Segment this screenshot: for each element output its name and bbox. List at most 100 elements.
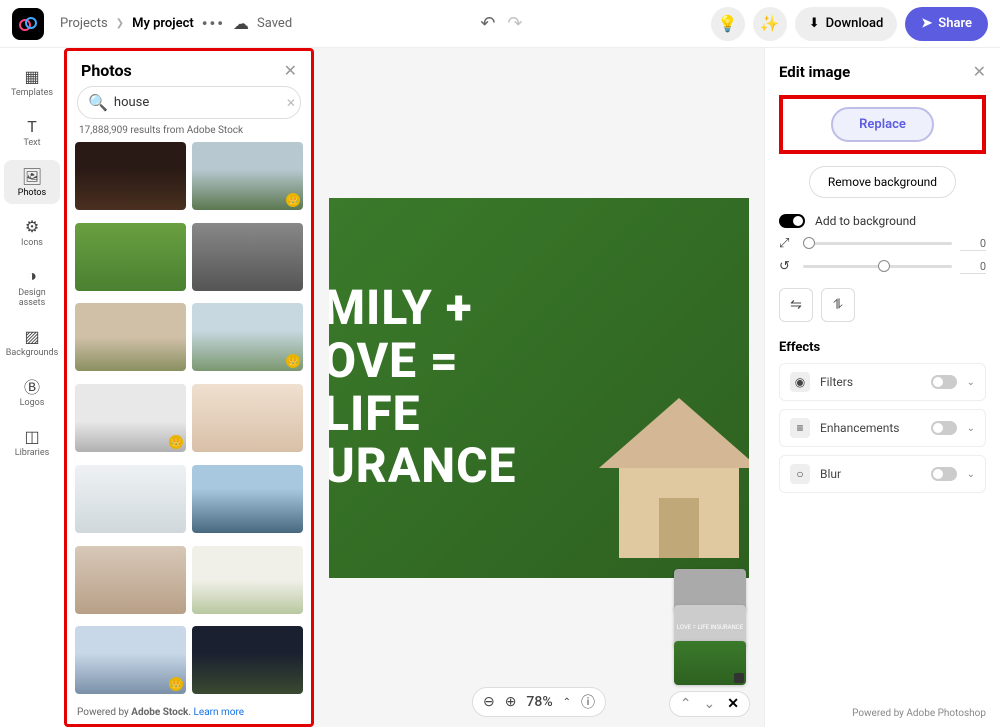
layer-up-button[interactable]: ⌃ xyxy=(680,696,692,712)
replace-button[interactable]: Replace xyxy=(831,107,934,142)
filters-row[interactable]: ◉ Filters ⌄ xyxy=(779,363,986,401)
info-icon[interactable]: ⓘ xyxy=(581,692,595,712)
photo-thumbnail[interactable] xyxy=(192,626,303,694)
photo-thumbnail[interactable] xyxy=(75,223,186,291)
filters-toggle[interactable] xyxy=(931,375,957,389)
chevron-down-icon: ⌄ xyxy=(967,469,975,480)
flip-vertical-button[interactable]: ⥮ xyxy=(821,288,855,322)
app-logo[interactable] xyxy=(12,8,44,40)
lightbulb-icon: 💡 xyxy=(718,14,738,33)
enhancements-toggle[interactable] xyxy=(931,421,957,435)
remove-background-button[interactable]: Remove background xyxy=(809,166,956,198)
scale-value[interactable]: 0 xyxy=(960,237,986,251)
enhancements-row[interactable]: ≡ Enhancements ⌄ xyxy=(779,409,986,447)
blur-toggle[interactable] xyxy=(931,467,957,481)
premium-badge-icon: 👑 xyxy=(169,677,183,691)
sparkle-icon: ✨ xyxy=(760,14,780,33)
edit-panel-title: Edit image xyxy=(779,63,850,81)
filters-icon: ◉ xyxy=(790,372,810,392)
photo-thumbnail[interactable] xyxy=(75,303,186,371)
premium-badge-icon: 👑 xyxy=(169,435,183,449)
rotate-slider-row: ↺ 0 xyxy=(779,259,986,274)
undo-button[interactable]: ↶ xyxy=(480,13,495,34)
rail-backgrounds[interactable]: ▨Backgrounds xyxy=(4,320,60,364)
settings-button[interactable]: ✨ xyxy=(753,7,787,41)
canvas[interactable]: MILY + OVE = LIFE URANCE xyxy=(329,198,749,578)
breadcrumb-project-name[interactable]: My project xyxy=(132,16,194,31)
photos-panel-title: Photos xyxy=(81,61,132,80)
photo-thumbnail[interactable] xyxy=(75,142,186,210)
layer-close-button[interactable]: ✕ xyxy=(727,696,739,712)
text-icon: T xyxy=(22,116,42,136)
results-count: 17,888,909 results from Adobe Stock xyxy=(67,125,311,142)
rotate-value[interactable]: 0 xyxy=(960,260,986,274)
photo-thumbnail[interactable] xyxy=(192,384,303,452)
zoom-value[interactable]: 78% xyxy=(526,694,552,710)
photo-thumbnail[interactable]: 👑 xyxy=(75,384,186,452)
photos-panel: Photos ✕ 🔍 ✕ 17,888,909 results from Ado… xyxy=(64,48,314,727)
top-bar: Projects ❯ My project ••• ☁ Saved ↶ ↷ 💡 … xyxy=(0,0,1000,48)
photo-grid: 👑 👑 👑 👑 xyxy=(67,142,311,701)
canvas-area: MILY + OVE = LIFE URANCE LOVE = LIFE INS… xyxy=(314,48,764,727)
photo-thumbnail[interactable] xyxy=(75,546,186,614)
layer-down-button[interactable]: ⌄ xyxy=(704,696,716,712)
rail-text[interactable]: TText xyxy=(4,110,60,154)
photo-thumbnail[interactable]: 👑 xyxy=(75,626,186,694)
rail-logos[interactable]: ⒷLogos xyxy=(4,370,60,414)
blur-row[interactable]: ○ Blur ⌄ xyxy=(779,455,986,493)
search-input[interactable] xyxy=(114,95,280,110)
rail-libraries[interactable]: ◫ Libraries xyxy=(4,420,60,464)
premium-badge-icon: 👑 xyxy=(286,193,300,207)
zoom-in-button[interactable]: ⊕ xyxy=(505,694,517,710)
learn-more-link[interactable]: Learn more xyxy=(194,707,245,718)
enhancements-icon: ≡ xyxy=(790,418,810,438)
rail-icons[interactable]: ⚙Icons xyxy=(4,210,60,254)
scale-slider[interactable] xyxy=(803,242,952,245)
house-illustration xyxy=(579,388,749,568)
breadcrumb-projects[interactable]: Projects xyxy=(60,16,108,31)
blur-label: Blur xyxy=(820,467,921,481)
icons-icon: ⚙ xyxy=(22,216,42,236)
close-icon[interactable]: ✕ xyxy=(973,62,986,81)
zoom-menu-chevron[interactable]: ⌃ xyxy=(563,697,571,708)
clear-search-icon[interactable]: ✕ xyxy=(286,96,296,110)
rail-templates-label: Templates xyxy=(11,88,53,98)
redo-button[interactable]: ↷ xyxy=(507,13,522,34)
more-menu[interactable]: ••• xyxy=(202,14,225,33)
layer-card[interactable] xyxy=(674,641,746,685)
photo-thumbnail[interactable]: 👑 xyxy=(192,142,303,210)
rail-design-assets[interactable]: ◑Design assets xyxy=(4,260,60,314)
rail-backgrounds-label: Backgrounds xyxy=(6,348,59,358)
photo-thumbnail[interactable] xyxy=(75,465,186,533)
rail-photos[interactable]: 🖼Photos xyxy=(4,160,60,204)
breadcrumb: Projects ❯ My project xyxy=(60,16,194,31)
download-button[interactable]: ⬇ Download xyxy=(795,7,898,41)
blur-icon: ○ xyxy=(790,464,810,484)
photo-thumbnail[interactable] xyxy=(192,223,303,291)
photos-panel-footer: Powered by Adobe Stock. Learn more xyxy=(67,701,311,724)
share-button[interactable]: ➤ Share xyxy=(905,7,988,41)
hint-button[interactable]: 💡 xyxy=(711,7,745,41)
photo-thumbnail[interactable] xyxy=(192,546,303,614)
rail-templates[interactable]: ▦Templates xyxy=(4,60,60,104)
canvas-text: MILY + OVE = LIFE URANCE xyxy=(329,282,516,493)
search-box[interactable]: 🔍 ✕ xyxy=(77,86,301,119)
add-to-background-row: Add to background xyxy=(779,214,986,228)
scale-slider-row: ⤢ 0 xyxy=(779,236,986,251)
search-icon: 🔍 xyxy=(88,93,108,112)
replace-highlight: Replace xyxy=(779,95,986,154)
layer-nav: ⌃ ⌄ ✕ xyxy=(669,691,750,717)
close-icon[interactable]: ✕ xyxy=(284,61,297,80)
layer-stack: LOVE = LIFE INSURANCE xyxy=(668,569,752,677)
rail-libraries-label: Libraries xyxy=(15,448,50,458)
add-to-background-toggle[interactable] xyxy=(779,214,805,228)
design-assets-icon: ◑ xyxy=(22,266,42,286)
flip-horizontal-button[interactable]: ⇋ xyxy=(779,288,813,322)
rotate-slider[interactable] xyxy=(803,265,952,268)
photo-thumbnail[interactable]: 👑 xyxy=(192,303,303,371)
photo-thumbnail[interactable] xyxy=(192,465,303,533)
libraries-icon: ◫ xyxy=(22,426,42,446)
photos-icon: 🖼 xyxy=(22,166,42,186)
rail-design-assets-label: Design assets xyxy=(8,288,56,308)
zoom-out-button[interactable]: ⊖ xyxy=(483,694,495,710)
